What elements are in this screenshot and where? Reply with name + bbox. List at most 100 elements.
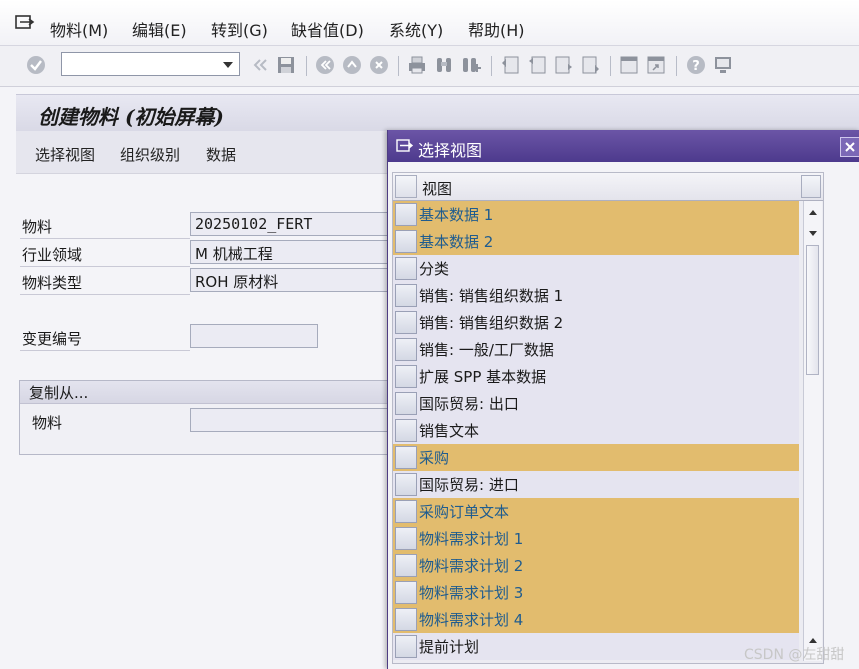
table-row[interactable]: 销售: 销售组织数据 1 — [393, 282, 799, 309]
industry-input[interactable]: M 机械工程 — [190, 240, 400, 264]
change-number-input[interactable] — [190, 324, 318, 348]
save-icon[interactable] — [276, 55, 296, 75]
help-icon[interactable]: ? — [686, 55, 706, 75]
close-icon — [845, 142, 855, 152]
table-row[interactable]: 分类 — [393, 255, 799, 282]
scroll-down-icon[interactable] — [807, 229, 819, 239]
row-selector[interactable] — [395, 230, 417, 253]
select-all-button[interactable] — [395, 175, 417, 198]
change-number-label: 变更编号 — [22, 330, 83, 348]
row-selector[interactable] — [395, 608, 417, 631]
table-row[interactable]: 物料需求计划 4 — [393, 606, 799, 633]
menu-help[interactable]: 帮助(H) — [468, 17, 525, 41]
row-selector[interactable] — [395, 311, 417, 334]
column-settings-button[interactable] — [801, 175, 821, 198]
table-row[interactable]: 销售文本 — [393, 417, 799, 444]
select-views-dialog: 选择视图 视图 基本数据 1 基本数据 2 分类 销售: 销售组织数据 1 销售: 销售… — [387, 130, 859, 669]
shortcut-icon[interactable] — [646, 55, 666, 75]
row-selector[interactable] — [395, 284, 417, 307]
table-row[interactable]: 销售: 销售组织数据 2 — [393, 309, 799, 336]
table-row[interactable]: 物料需求计划 1 — [393, 525, 799, 552]
views-table: 视图 基本数据 1 基本数据 2 分类 销售: 销售组织数据 1 销售: 销售组织数据 … — [392, 172, 824, 664]
table-row[interactable]: 采购 — [393, 444, 799, 471]
find-next-icon[interactable] — [461, 55, 481, 75]
view-label: 采购订单文本 — [419, 503, 510, 521]
material-type-input[interactable]: ROH 原材料 — [190, 268, 400, 292]
scroll-thumb[interactable] — [806, 245, 819, 375]
data-button[interactable]: 数据 — [206, 144, 236, 165]
last-page-icon[interactable] — [581, 55, 601, 75]
row-selector[interactable] — [395, 419, 417, 442]
next-page-icon[interactable] — [554, 55, 574, 75]
prev-page-icon[interactable] — [527, 55, 547, 75]
divider — [20, 294, 190, 295]
org-levels-button[interactable]: 组织级别 — [120, 144, 180, 165]
menu-defaults[interactable]: 缺省值(D) — [291, 17, 364, 41]
table-row[interactable]: 国际贸易: 进口 — [393, 471, 799, 498]
row-selector[interactable] — [395, 473, 417, 496]
copy-material-label: 物料 — [32, 414, 63, 432]
view-label: 分类 — [419, 260, 450, 278]
view-label: 基本数据 2 — [419, 233, 494, 251]
menu-icon[interactable] — [15, 14, 35, 32]
row-selector[interactable] — [395, 203, 417, 226]
vertical-scrollbar[interactable] — [803, 201, 822, 661]
table-row[interactable]: 国际贸易: 出口 — [393, 390, 799, 417]
dialog-title: 选择视图 — [418, 141, 483, 160]
back-double-icon[interactable] — [250, 55, 270, 75]
view-label: 基本数据 1 — [419, 206, 494, 224]
check-icon[interactable] — [26, 55, 46, 75]
row-selector[interactable] — [395, 554, 417, 577]
chevron-down-icon[interactable] — [223, 62, 233, 68]
row-selector[interactable] — [395, 392, 417, 415]
row-selector[interactable] — [395, 500, 417, 523]
title-bar: 创建物料 (初始屏幕) — [16, 94, 859, 132]
nav-back-icon[interactable] — [315, 55, 335, 75]
first-page-icon[interactable] — [500, 55, 520, 75]
scroll-up-icon[interactable] — [807, 207, 819, 217]
menu-bar: 物料(M) 编辑(E) 转到(G) 缺省值(D) 系统(Y) 帮助(H) — [0, 0, 859, 46]
row-selector[interactable] — [395, 338, 417, 361]
row-selector[interactable] — [395, 365, 417, 388]
close-button[interactable] — [840, 137, 859, 157]
row-selector[interactable] — [395, 446, 417, 469]
view-label: 物料需求计划 4 — [419, 611, 524, 629]
dialog-titlebar: 选择视图 — [388, 130, 859, 162]
copy-material-input[interactable] — [190, 408, 400, 432]
view-label: 国际贸易: 出口 — [419, 395, 519, 413]
table-row[interactable]: 扩展 SPP 基本数据 — [393, 363, 799, 390]
table-row[interactable]: 物料需求计划 3 — [393, 579, 799, 606]
select-views-button[interactable]: 选择视图 — [35, 144, 95, 165]
view-label: 销售: 销售组织数据 2 — [419, 314, 564, 332]
dialog-menu-icon[interactable] — [396, 138, 414, 154]
new-session-icon[interactable] — [619, 55, 639, 75]
table-row[interactable]: 采购订单文本 — [393, 498, 799, 525]
table-row[interactable]: 物料需求计划 2 — [393, 552, 799, 579]
material-input[interactable]: 20250102_FERT — [190, 212, 400, 236]
print-icon[interactable] — [407, 55, 427, 75]
separator — [306, 56, 307, 76]
table-row[interactable]: 基本数据 2 — [393, 228, 799, 255]
menu-goto[interactable]: 转到(G) — [211, 17, 268, 41]
table-row[interactable]: 提前计划 — [393, 633, 799, 660]
material-type-label: 物料类型 — [22, 274, 83, 292]
row-selector[interactable] — [395, 635, 417, 658]
layout-icon[interactable] — [713, 55, 733, 75]
command-field[interactable] — [61, 52, 240, 76]
separator — [398, 56, 399, 76]
find-icon[interactable] — [434, 55, 454, 75]
row-selector[interactable] — [395, 581, 417, 604]
separator — [610, 56, 611, 76]
row-selector[interactable] — [395, 527, 417, 550]
copy-from-title: 复制从... — [29, 384, 89, 402]
nav-exit-icon[interactable] — [342, 55, 362, 75]
industry-label: 行业领域 — [22, 246, 83, 264]
view-label: 销售文本 — [419, 422, 480, 440]
table-row[interactable]: 销售: 一般/工厂数据 — [393, 336, 799, 363]
row-selector[interactable] — [395, 257, 417, 280]
nav-cancel-icon[interactable] — [369, 55, 389, 75]
menu-system[interactable]: 系统(Y) — [389, 17, 443, 41]
table-row[interactable]: 基本数据 1 — [393, 201, 799, 228]
menu-material[interactable]: 物料(M) — [50, 17, 108, 41]
menu-edit[interactable]: 编辑(E) — [132, 17, 187, 41]
